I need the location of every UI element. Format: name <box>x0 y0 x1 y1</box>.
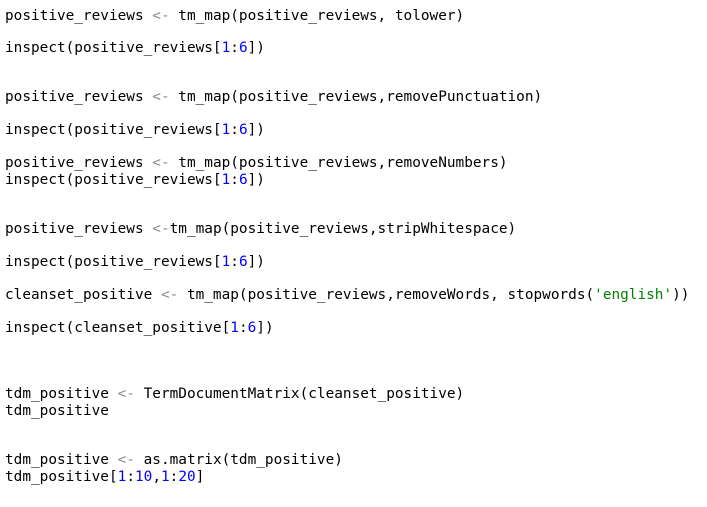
code-line[interactable]: inspect(positive_reviews[1:6]) <box>5 122 265 139</box>
code-token: inspect(cleanset_positive[ <box>5 320 231 336</box>
code-number: 6 <box>247 320 257 336</box>
code-number: 20 <box>178 469 196 485</box>
code-token: : <box>126 469 135 485</box>
code-token: inspect(positive_reviews[ <box>5 254 222 270</box>
code-token: ]) <box>247 172 265 188</box>
code-line[interactable]: inspect(positive_reviews[1:6]) <box>5 40 265 57</box>
code-token: TermDocumentMatrix(cleanset_positive) <box>134 386 465 402</box>
code-string: 'english' <box>594 287 673 303</box>
code-operator: <- <box>152 221 170 237</box>
code-number: 1 <box>221 40 231 56</box>
code-line[interactable]: tdm_positive <box>5 403 109 420</box>
code-number: 1 <box>160 469 170 485</box>
code-operator: <- <box>152 89 170 105</box>
code-number: 1 <box>230 320 239 336</box>
code-token: ] <box>195 469 205 485</box>
code-token: tm_map(positive_reviews,stripWhitespace) <box>169 221 517 237</box>
code-number: 6 <box>238 122 248 138</box>
code-token: tdm_positive <box>5 386 118 402</box>
code-token: tdm_positive[ <box>5 469 118 485</box>
code-token: : <box>230 172 239 188</box>
code-token: positive_reviews <box>5 221 153 237</box>
code-token: : <box>230 122 239 138</box>
code-token: : <box>230 254 239 270</box>
code-token: positive_reviews <box>5 155 153 171</box>
code-token: positive_reviews <box>5 8 153 24</box>
code-line[interactable]: tdm_positive <- TermDocumentMatrix(clean… <box>5 386 464 403</box>
code-token: tm_map(positive_reviews,removeNumbers) <box>169 155 508 171</box>
code-line[interactable]: positive_reviews <-tm_map(positive_revie… <box>5 221 516 238</box>
code-token: inspect(positive_reviews[ <box>5 122 222 138</box>
code-token: tm_map(positive_reviews,removePunctuatio… <box>169 89 543 105</box>
code-number: 6 <box>238 254 248 270</box>
code-operator: <- <box>160 287 179 303</box>
code-number: 1 <box>117 469 127 485</box>
code-number: 6 <box>238 172 248 188</box>
code-number: 10 <box>134 469 153 485</box>
code-token: tm_map(positive_reviews, tolower) <box>169 8 465 24</box>
code-number: 1 <box>221 122 231 138</box>
code-line[interactable]: positive_reviews <- tm_map(positive_revi… <box>5 89 542 106</box>
code-line[interactable]: positive_reviews <- tm_map(positive_revi… <box>5 155 508 172</box>
code-token: as.matrix(tdm_positive) <box>134 452 343 468</box>
code-line[interactable]: inspect(positive_reviews[1:6]) <box>5 254 265 271</box>
code-operator: <- <box>117 452 135 468</box>
code-line[interactable]: tdm_positive <- as.matrix(tdm_positive) <box>5 452 343 469</box>
code-line[interactable]: cleanset_positive <- tm_map(positive_rev… <box>5 287 689 304</box>
code-token: positive_reviews <box>5 89 153 105</box>
code-token: ]) <box>256 320 274 336</box>
code-number: 1 <box>221 172 231 188</box>
code-token: )) <box>672 287 690 303</box>
code-number: 1 <box>221 254 231 270</box>
code-token: ]) <box>247 40 265 56</box>
code-line[interactable]: inspect(cleanset_positive[1:6]) <box>5 320 274 337</box>
code-token: tdm_positive <box>5 452 118 468</box>
code-token: inspect(positive_reviews[ <box>5 40 222 56</box>
code-operator: <- <box>152 8 170 24</box>
code-token: tm_map(positive_reviews,removeWords, sto… <box>178 287 595 303</box>
code-token: : <box>230 40 239 56</box>
code-line[interactable]: positive_reviews <- tm_map(positive_revi… <box>5 8 464 25</box>
code-token: cleanset_positive <box>5 287 161 303</box>
code-token: inspect(positive_reviews[ <box>5 172 222 188</box>
code-operator: <- <box>152 155 170 171</box>
code-token: ]) <box>247 254 265 270</box>
code-operator: <- <box>117 386 135 402</box>
code-token: : <box>238 320 248 336</box>
code-editor[interactable]: positive_reviews <- tm_map(positive_revi… <box>0 0 707 507</box>
code-token: tdm_positive <box>5 403 109 419</box>
code-line[interactable]: tdm_positive[1:10,1:20] <box>5 469 204 486</box>
code-token: , <box>152 469 161 485</box>
code-line[interactable]: inspect(positive_reviews[1:6]) <box>5 172 265 189</box>
code-token: ]) <box>247 122 265 138</box>
code-number: 6 <box>238 40 248 56</box>
